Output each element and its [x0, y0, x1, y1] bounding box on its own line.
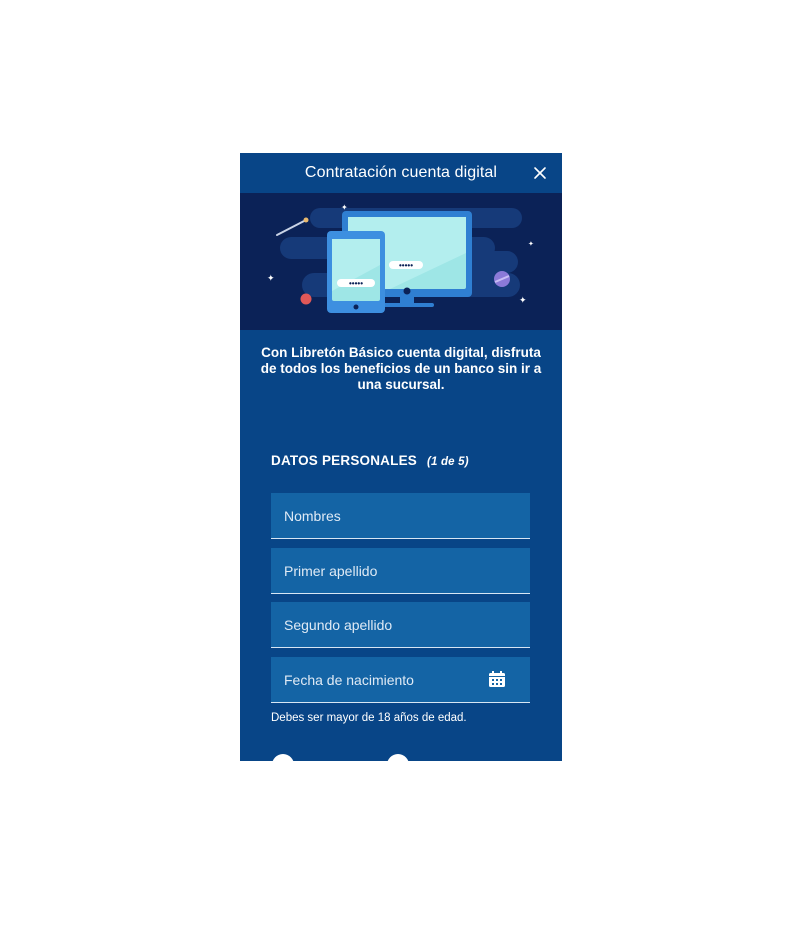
- page-title: Contratación cuenta digital: [304, 164, 498, 181]
- svg-text:✦: ✦: [528, 240, 534, 248]
- intro-text: Con Libretón Básico cuenta digital, disf…: [260, 345, 542, 392]
- devices-illustration: ✦ ✦ ✦ ✦ ••••• •••••: [267, 203, 534, 313]
- fecha-nacimiento-field[interactable]: Fecha de nacimiento: [271, 657, 530, 703]
- section-title-label: DATOS PERSONALES: [271, 453, 417, 468]
- age-hint: Debes ser mayor de 18 años de edad.: [271, 712, 467, 724]
- app-header: Contratación cuenta digital: [240, 153, 562, 193]
- monitor-password-dots: •••••: [399, 261, 413, 270]
- fecha-nacimiento-placeholder: Fecha de nacimiento: [284, 672, 414, 688]
- close-icon[interactable]: [528, 161, 552, 185]
- nombres-placeholder: Nombres: [284, 508, 341, 524]
- calendar-icon[interactable]: [488, 670, 506, 688]
- svg-text:✦: ✦: [341, 203, 348, 212]
- svg-text:✦: ✦: [519, 295, 527, 305]
- nombres-field[interactable]: Nombres: [271, 493, 530, 539]
- primer-apellido-placeholder: Primer apellido: [284, 563, 378, 579]
- primer-apellido-field[interactable]: Primer apellido: [271, 548, 530, 594]
- segundo-apellido-placeholder: Segundo apellido: [284, 617, 393, 633]
- step-indicator: (1 de 5): [426, 456, 469, 468]
- radio-option-1[interactable]: [272, 754, 294, 761]
- tablet-password-dots: •••••: [349, 279, 363, 288]
- svg-text:✦: ✦: [267, 273, 275, 283]
- section-title: DATOS PERSONALES (1 de 5): [271, 453, 469, 468]
- segundo-apellido-field[interactable]: Segundo apellido: [271, 602, 530, 648]
- radio-option-2[interactable]: [387, 754, 409, 761]
- hero-banner: ✦ ✦ ✦ ✦ ••••• •••••: [240, 193, 562, 330]
- app-screen: Contratación cuenta digital ✦ ✦ ✦ ✦ ••••…: [240, 153, 562, 761]
